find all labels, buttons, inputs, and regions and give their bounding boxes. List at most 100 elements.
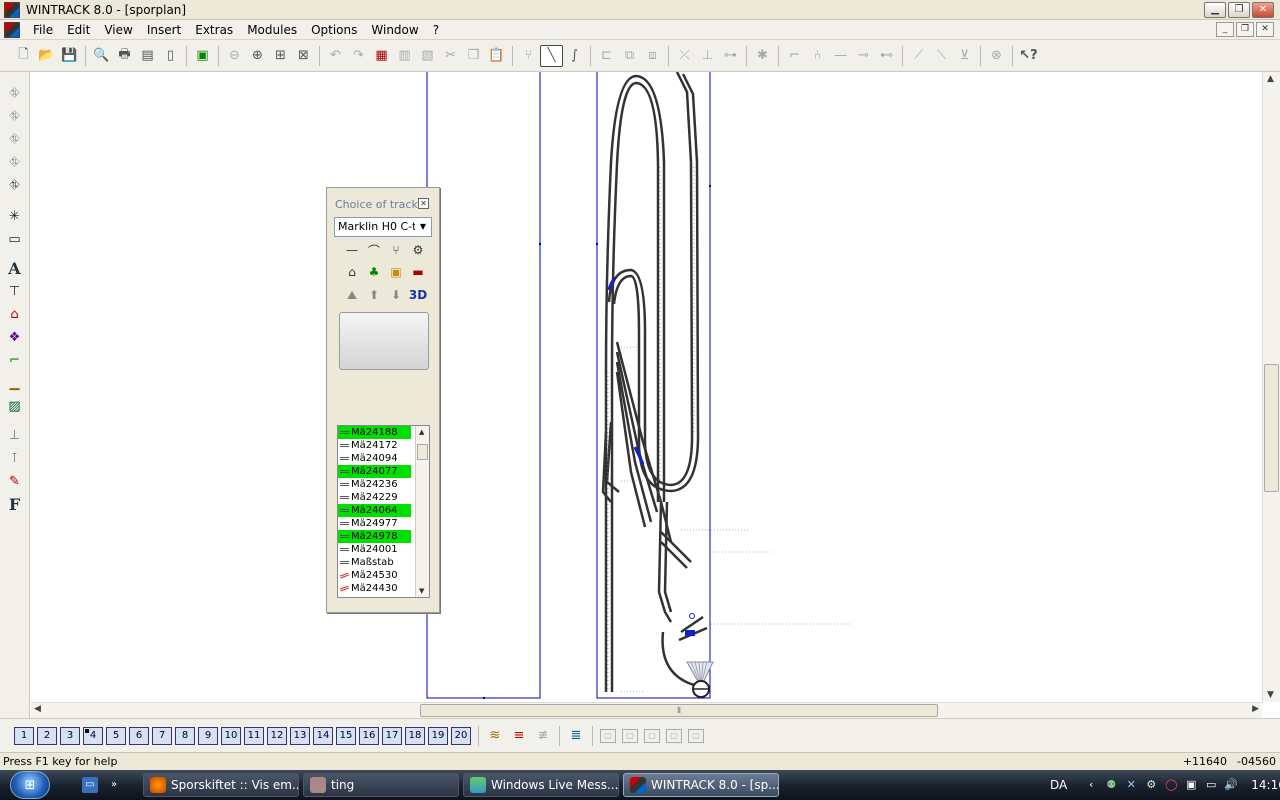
track-list-item[interactable]: Maßstab [338,556,411,569]
lower-icon[interactable]: ⬇ [386,285,406,305]
track-height-icon[interactable]: ✳ [4,205,26,227]
mdi-close-button[interactable]: ✕ [1256,22,1274,37]
landscape-icon[interactable]: ⌐ [4,349,26,371]
gradient-icon[interactable]: ⟍ [930,45,953,67]
picture-icon[interactable]: ▣ [191,45,214,67]
view-3d-button[interactable]: 3D [408,285,428,305]
minimize-button[interactable]: ▁ [1204,2,1226,18]
layer-button-8[interactable]: 8 [175,726,195,745]
layer-button-20[interactable]: 20 [451,726,471,745]
end-icon[interactable]: — [829,45,852,67]
view-3d-icon[interactable]: ▨ [4,395,26,417]
parts-list-icon[interactable]: ▦ [370,45,393,67]
undo-icon[interactable]: ↶ [324,45,347,67]
layer-button-10[interactable]: 10 [221,726,241,745]
tray-monitor-icon[interactable]: ▭ [1204,778,1218,792]
track-plan-canvas[interactable] [31,72,1262,702]
text-icon[interactable]: A [4,257,26,279]
curved-track-icon[interactable]: ⌒ [364,240,384,260]
curve-select-icon[interactable]: ╲ [540,44,563,67]
track-list-item[interactable]: Mä24530 [338,569,411,582]
paste-icon[interactable]: 📋 [485,45,508,67]
track-system-select[interactable]: Marklin H0 C-tra ▼ [334,217,432,237]
menu-modules[interactable]: Modules [240,23,304,37]
page-icon[interactable]: ▯ [159,45,182,67]
layer-button-11[interactable]: 11 [244,726,264,745]
track-layer-icon[interactable]: ▭ [4,228,26,250]
layer-button-17[interactable]: 17 [382,726,402,745]
print-icon[interactable]: 🖶 [113,45,136,67]
turntable-track-icon[interactable]: ⚙ [408,240,428,260]
layer-button-7[interactable]: 7 [152,726,172,745]
redo-icon[interactable]: ↷ [347,45,370,67]
layer-button-14[interactable]: 14 [313,726,333,745]
print-preview-icon[interactable]: 🔍 [90,45,113,67]
menu-file[interactable]: File [26,23,60,37]
menu-extras[interactable]: Extras [188,23,240,37]
list-scroll-down-icon[interactable]: ▼ [419,587,424,595]
layers-icon[interactable]: ≋ [484,726,506,746]
menu-help[interactable]: ? [426,23,446,37]
track-list-item[interactable]: Mä24077 [338,465,411,478]
layer-button-2[interactable]: 2 [37,726,57,745]
taskbar-button-messenger[interactable]: Windows Live Mess... [463,773,619,797]
tunnel-icon[interactable]: ⊷ [875,45,898,67]
mdi-minimize-button[interactable]: _ [1216,22,1234,37]
track-list-item[interactable]: Mä24172 [338,439,411,452]
align-icon[interactable]: ⊥ [696,45,719,67]
turnout-track-icon[interactable]: ⑂ [386,240,406,260]
layer-button-13[interactable]: 13 [290,726,310,745]
menu-window[interactable]: Window [364,23,425,37]
signal-icon[interactable]: ✱ [751,45,774,67]
tunnel-portal-icon[interactable]: ⛰ [342,285,362,305]
track-list-item[interactable]: Mä24064 [338,504,411,517]
chevron-down-icon[interactable]: ▼ [415,218,431,236]
layer-button-19[interactable]: 19 [428,726,448,745]
tray-expand-icon[interactable]: ‹ [1084,778,1098,792]
layer-button-18[interactable]: 18 [405,726,425,745]
scroll-up-arrow-icon[interactable]: ▲ [1267,74,1274,84]
track-rotate-icon[interactable]: ⛗ [4,128,26,150]
save-icon[interactable]: 💾 [58,45,81,67]
options-icon[interactable]: ⊗ [985,45,1008,67]
grid-icon[interactable]: ⊺ [4,447,26,469]
open-icon[interactable]: 📂 [35,45,58,67]
measure-icon[interactable]: ⊶ [719,45,742,67]
zoom-out-icon[interactable]: ⊖ [223,45,246,67]
list-scroll-thumb[interactable] [417,444,428,460]
horizontal-scrollbar[interactable]: ◀ ⦀ ▶ [31,702,1262,718]
scroll-right-arrow-icon[interactable]: ▶ [1252,704,1259,714]
turnout-icon[interactable]: ⑂ [517,45,540,67]
layer-button-12[interactable]: 12 [267,726,287,745]
language-indicator[interactable]: DA [1050,778,1067,792]
cut-icon[interactable]: ✂ [439,45,462,67]
track-list-item[interactable]: Mä24094 [338,452,411,465]
taskbar-button-ting[interactable]: ting [303,773,459,797]
view-3-icon[interactable]: ▢ [644,728,660,743]
view-2-icon[interactable]: ▢ [622,728,638,743]
vertical-scroll-thumb[interactable] [1264,364,1279,492]
view-4-icon[interactable]: ▢ [666,728,682,743]
tray-app-icon[interactable]: ⚉ [1104,778,1118,792]
height-icon[interactable]: ⊻ [953,45,976,67]
layer-button-6[interactable]: 6 [129,726,149,745]
layer-button-4[interactable]: 4 [83,726,103,745]
view-1-icon[interactable]: ▢ [600,728,616,743]
track-list-item[interactable]: Mä24001 [338,543,411,556]
track-list-item[interactable]: Mä24977 [338,517,411,530]
track-mirror-icon[interactable]: ⛗ [4,151,26,173]
track-list-item[interactable]: Mä24978 [338,530,411,543]
scroll-left-arrow-icon[interactable]: ◀ [34,704,41,714]
menu-edit[interactable]: Edit [60,23,97,37]
list-scroll-up-icon[interactable]: ▲ [419,428,424,436]
track-list-item[interactable]: Mä24229 [338,491,411,504]
mdi-restore-button[interactable]: ❐ [1236,22,1254,37]
copy-icon[interactable]: ❐ [462,45,485,67]
track-draw-icon[interactable]: ⛗ [4,82,26,104]
track-list-item[interactable]: Mä24188 [338,426,411,439]
printer-setup-icon[interactable]: ▤ [136,45,159,67]
3d-object-icon[interactable]: ❖ [4,326,26,348]
list-scrollbar[interactable]: ▲ ▼ [415,426,429,597]
close-button[interactable]: ✕ [1252,2,1274,18]
raise-icon[interactable]: ⬆ [364,285,384,305]
